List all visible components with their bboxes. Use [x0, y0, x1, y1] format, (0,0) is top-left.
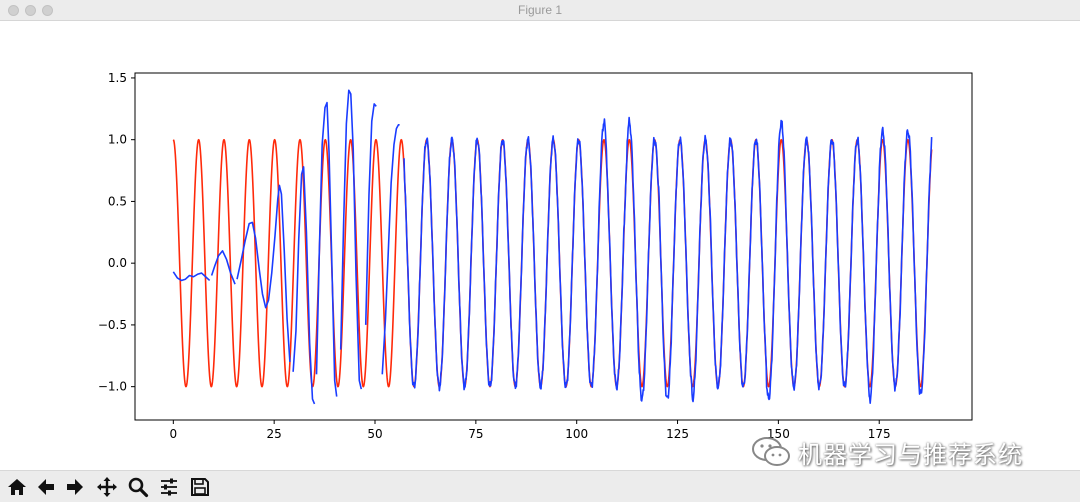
watermark-text: 机器学习与推荐系统 [798, 440, 1023, 469]
arrow-left-icon [38, 479, 54, 495]
watermark: 机器学习与推荐系统 [750, 432, 1023, 472]
floppy-disk-icon [191, 478, 209, 496]
home-icon [8, 479, 26, 495]
magnifier-icon [128, 477, 149, 498]
x-tick-label: 75 [468, 427, 483, 441]
configure-subplots-button[interactable] [156, 474, 182, 500]
sliders-icon [161, 478, 177, 496]
window-title: Figure 1 [517, 3, 563, 17]
window-titlebar: Figure 1 [0, 0, 1080, 21]
x-tick-label: 25 [267, 427, 282, 441]
save-button[interactable] [187, 474, 213, 500]
y-tick-label: −1.0 [98, 380, 127, 394]
zoom-button[interactable] [125, 474, 151, 500]
x-tick-label: 125 [666, 427, 689, 441]
toolbar [0, 470, 1080, 502]
x-tick-label: 0 [170, 427, 178, 441]
wechat-icon [752, 437, 790, 466]
back-button[interactable] [33, 474, 59, 500]
move-icon [97, 477, 117, 497]
y-tick-label: −0.5 [98, 318, 127, 332]
forward-button[interactable] [62, 474, 88, 500]
y-tick-label: 1.0 [108, 133, 127, 147]
x-tick-label: 100 [565, 427, 588, 441]
y-tick-label: 0.5 [108, 194, 127, 208]
pan-button[interactable] [94, 474, 120, 500]
home-button[interactable] [4, 474, 30, 500]
x-tick-label: 50 [367, 427, 382, 441]
arrow-right-icon [67, 479, 83, 495]
figure-canvas: 0 25 50 75 100 125 150 175 −1.0 −0.5 0.0 0.5 1.0 1.5 [0, 21, 1080, 470]
y-tick-label: 0.0 [108, 256, 127, 270]
y-tick-label: 1.5 [108, 71, 127, 85]
line-chart: 0 25 50 75 100 125 150 175−1.0−0.50.00.51.01.5 [98, 71, 973, 441]
